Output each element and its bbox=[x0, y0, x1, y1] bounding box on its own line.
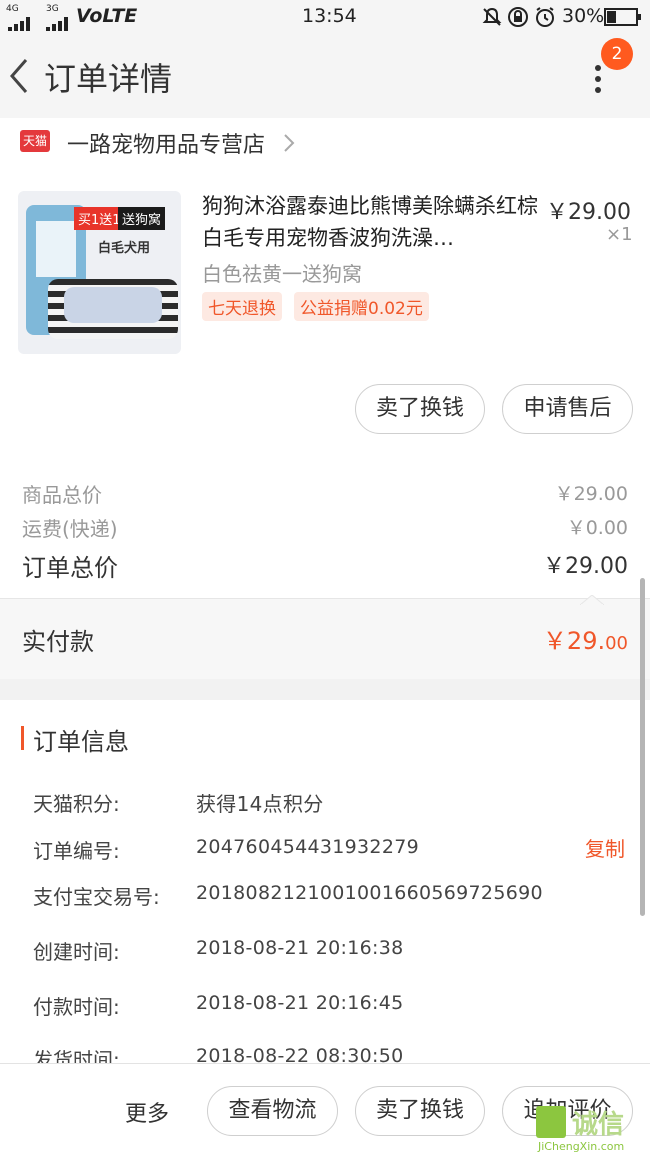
lock-rotation-icon bbox=[507, 6, 529, 33]
tag-seven-day-return: 七天退换 bbox=[202, 292, 282, 321]
shipping-value: ￥0.00 bbox=[566, 517, 628, 539]
more-button[interactable]: 更多 bbox=[125, 1096, 169, 1128]
watermark: 诚信 JiChengXin.com bbox=[532, 1104, 650, 1155]
clock: 13:54 bbox=[302, 5, 357, 27]
order-number-value: 204760454431932279 bbox=[196, 836, 419, 858]
created-time-label: 创建时间: bbox=[33, 940, 120, 964]
alipay-label: 支付宝交易号: bbox=[33, 885, 160, 909]
points-value: 获得14点积分 bbox=[196, 792, 324, 816]
page-title: 订单详情 bbox=[44, 60, 173, 98]
sim2-label: 3G bbox=[46, 4, 59, 14]
more-menu-icon[interactable] bbox=[593, 54, 601, 102]
price-summary: 商品总价 ￥29.00 运费(快递) ￥0.00 订单总价 ￥29.00 bbox=[0, 458, 650, 598]
mute-icon bbox=[481, 6, 503, 33]
watermark-logo bbox=[536, 1106, 566, 1138]
paid-amount: ￥29.00 bbox=[543, 621, 628, 656]
product-title[interactable]: 狗狗沐浴露泰迪比熊博美除螨杀红棕白毛专用宠物香波狗洗澡… bbox=[202, 190, 542, 254]
order-total-label: 订单总价 bbox=[22, 554, 118, 582]
battery-level: 30% bbox=[562, 5, 605, 27]
sell-button[interactable]: 卖了换钱 bbox=[355, 384, 485, 434]
caret-up-icon bbox=[578, 590, 606, 609]
paid-label: 实付款 bbox=[22, 628, 94, 656]
battery-icon bbox=[604, 8, 642, 31]
nav-bar: 订单详情 2 bbox=[0, 34, 650, 118]
order-number-label: 订单编号: bbox=[33, 839, 120, 863]
shipping-label: 运费(快递) bbox=[22, 517, 118, 541]
watermark-url: JiChengXin.com bbox=[538, 1140, 625, 1153]
paid-row: 实付款 ￥29.00 bbox=[0, 594, 650, 679]
created-time-value: 2018-08-21 20:16:38 bbox=[196, 937, 404, 959]
product-price: ￥29.00 bbox=[546, 200, 631, 225]
paid-amount-dec: 00 bbox=[605, 633, 628, 654]
tmall-logo: 天猫 bbox=[20, 130, 50, 152]
back-arrow-icon[interactable] bbox=[6, 56, 32, 100]
sell-again-button[interactable]: 卖了换钱 bbox=[355, 1086, 485, 1136]
paid-amount-int: ￥29. bbox=[542, 627, 606, 655]
network-label: VoLTE bbox=[76, 5, 138, 27]
goods-total-label: 商品总价 bbox=[22, 483, 102, 507]
chevron-right-icon[interactable] bbox=[282, 132, 296, 158]
paid-time-label: 付款时间: bbox=[33, 995, 120, 1019]
promo-badge-2: 送狗窝 bbox=[118, 207, 166, 230]
goods-total-value: ￥29.00 bbox=[554, 483, 628, 505]
product-image-label: 白毛犬用 bbox=[98, 241, 151, 256]
paid-time-value: 2018-08-21 20:16:45 bbox=[196, 992, 404, 1014]
alarm-icon bbox=[534, 6, 556, 33]
signal-icon bbox=[8, 14, 38, 36]
bottle-label bbox=[36, 221, 76, 277]
view-logistics-button[interactable]: 查看物流 bbox=[207, 1086, 338, 1136]
section-marker bbox=[21, 726, 24, 750]
shop-name[interactable]: 一路宠物用品专营店 bbox=[67, 127, 265, 159]
product-image[interactable]: 买1送1 送狗窝 白毛犬用 bbox=[18, 191, 181, 354]
product-qty: ×1 bbox=[606, 224, 633, 245]
product-sku: 白色祛黄一送狗窝 bbox=[202, 262, 362, 286]
after-sale-button[interactable]: 申请售后 bbox=[502, 384, 633, 434]
promo-badge: 买1送1 bbox=[74, 207, 125, 230]
order-total-value: ￥29.00 bbox=[543, 554, 628, 579]
order-info-title: 订单信息 bbox=[33, 728, 129, 756]
status-bar: 4G 3G VoLTE 13:54 30% bbox=[0, 0, 650, 34]
tag-charity: 公益捐赠0.02元 bbox=[294, 292, 429, 321]
alipay-value: 2018082121001001660569725690 bbox=[196, 882, 543, 904]
dog-bed-cushion bbox=[64, 287, 162, 323]
watermark-text: 诚信 bbox=[572, 1110, 625, 1140]
points-label: 天猫积分: bbox=[33, 792, 120, 816]
signal-icon-2 bbox=[46, 14, 70, 36]
sim1-label: 4G bbox=[6, 4, 19, 14]
scrollbar[interactable] bbox=[640, 578, 645, 916]
notification-badge: 2 bbox=[601, 38, 633, 70]
order-info-section: 订单信息 天猫积分: 获得14点积分 订单编号: 204760454431932… bbox=[0, 700, 650, 1072]
copy-button[interactable]: 复制 bbox=[585, 833, 625, 862]
product-card: 天猫 一路宠物用品专营店 买1送1 送狗窝 白毛犬用 狗狗沐浴露泰迪比熊博美除螨… bbox=[0, 118, 650, 458]
